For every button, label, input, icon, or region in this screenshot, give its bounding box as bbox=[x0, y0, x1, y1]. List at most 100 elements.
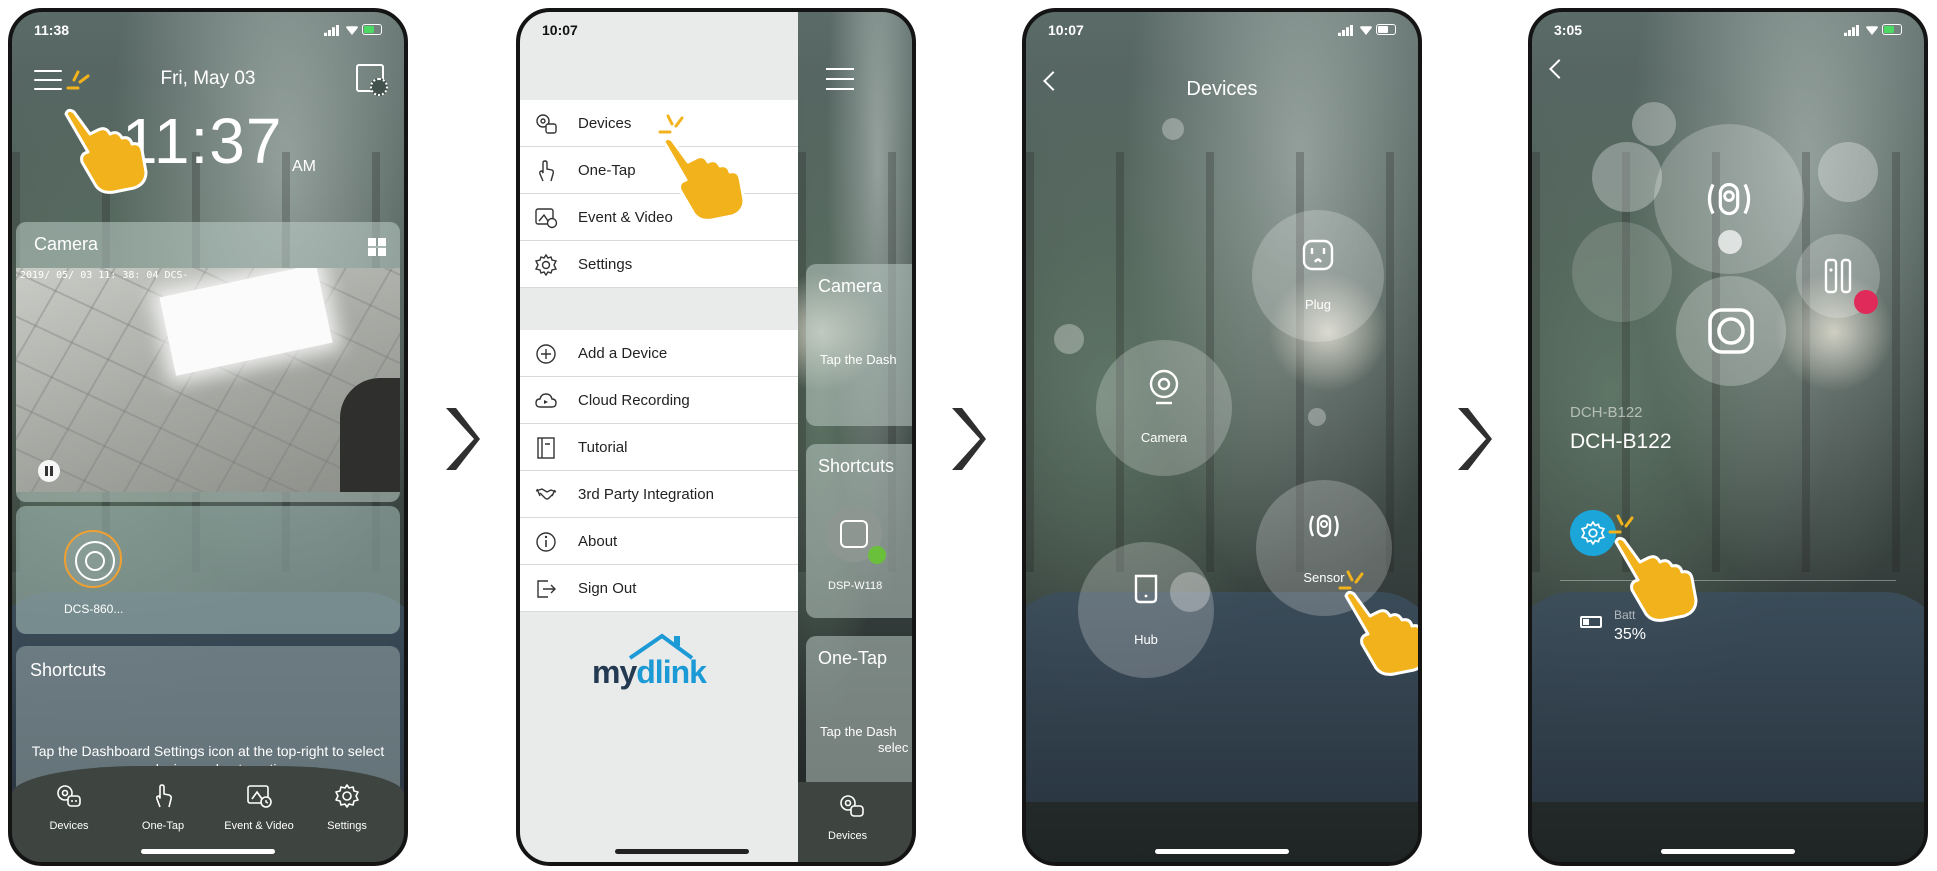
camera-card-title: Camera bbox=[34, 234, 99, 254]
phone-side-menu: Camera Tap the Dash Shortcuts DSP-W118 O… bbox=[516, 8, 916, 866]
tab-settings[interactable]: Settings bbox=[302, 782, 392, 832]
camera-card[interactable]: Camera 2019/ 05/ 03 11: 38: 04 DCS- bbox=[16, 222, 400, 502]
camera-square-icon bbox=[1701, 301, 1761, 361]
phone-devices: 10:07 Devices Plug Camera Sensor Hub bbox=[1022, 8, 1422, 866]
book-icon bbox=[534, 436, 558, 460]
status-icons bbox=[1338, 24, 1396, 36]
shortcuts-title: Shortcuts bbox=[30, 660, 107, 680]
sensor-icon bbox=[1304, 506, 1344, 546]
tab-event-video[interactable]: Event & Video bbox=[214, 782, 304, 832]
phone-dashboard: 11:38 Fri, May 03 11:37 AM Camera 2019/ … bbox=[8, 8, 408, 866]
device-name: DCH-B122 bbox=[1570, 430, 1672, 453]
pointing-hand-icon bbox=[660, 132, 746, 222]
pointing-hand-icon bbox=[1342, 586, 1418, 676]
menu-item-3rd-party[interactable]: 3rd Party Integration bbox=[520, 471, 798, 518]
status-bar: 10:07 bbox=[542, 22, 776, 42]
menu-item-event-video[interactable]: Event & Video bbox=[520, 194, 798, 241]
menu-item-label: About bbox=[578, 533, 618, 550]
logo-text-my: my bbox=[592, 654, 637, 690]
dashboard-settings-icon[interactable] bbox=[356, 64, 388, 96]
tutorial-sequence: 11:38 Fri, May 03 11:37 AM Camera 2019/ … bbox=[0, 0, 1937, 871]
menu-item-settings[interactable]: Settings bbox=[520, 241, 798, 288]
menu-item-tutorial[interactable]: Tutorial bbox=[520, 424, 798, 471]
info-icon bbox=[534, 530, 558, 554]
device-bubble-label: Camera bbox=[1140, 429, 1188, 445]
tab-devices-label: Devices bbox=[828, 830, 868, 842]
home-indicator bbox=[615, 849, 749, 854]
dashboard-behind-menu: Camera Tap the Dash Shortcuts DSP-W118 O… bbox=[762, 12, 912, 862]
menu-icon[interactable] bbox=[826, 68, 854, 98]
menu-item-label: Settings bbox=[578, 256, 633, 273]
menu-item-label: Sign Out bbox=[578, 580, 637, 597]
camera-card-title: Camera bbox=[818, 276, 883, 296]
tab-bar-behind: Devices bbox=[798, 782, 912, 862]
pointing-hand-icon bbox=[62, 104, 148, 194]
tab-settings-label: Settings bbox=[327, 820, 367, 832]
cloud-icon bbox=[534, 389, 558, 413]
device-card[interactable]: DCS-860... bbox=[16, 506, 400, 634]
devices-icon bbox=[838, 792, 866, 820]
status-time: 10:07 bbox=[1048, 22, 1084, 38]
plug-icon bbox=[1298, 235, 1338, 275]
devices-icon bbox=[55, 782, 83, 810]
shortcuts-card-behind: Shortcuts DSP-W118 bbox=[806, 444, 912, 618]
next-step-arrow-icon bbox=[1452, 404, 1492, 474]
menu-item-cloud-recording[interactable]: Cloud Recording bbox=[520, 377, 798, 424]
battery-value: 35% bbox=[1614, 626, 1647, 643]
status-time: 10:07 bbox=[542, 22, 578, 38]
status-bar: 3:05 bbox=[1554, 22, 1902, 42]
sensor-bubble[interactable] bbox=[1654, 124, 1804, 274]
menu-item-label: Cloud Recording bbox=[578, 392, 690, 409]
divider bbox=[1560, 580, 1896, 581]
camera-bubble[interactable] bbox=[1676, 276, 1786, 386]
one-tap-card-behind: One-Tap Tap the Dash selec bbox=[806, 636, 912, 796]
device-bubble-hub[interactable]: Hub bbox=[1078, 542, 1214, 678]
event-video-icon bbox=[245, 782, 273, 810]
tab-bar: Devices One-Tap Event & Video Settings bbox=[12, 766, 404, 862]
tab-event-video-label: Event & Video bbox=[224, 820, 294, 832]
tab-devices[interactable]: Devices bbox=[24, 782, 114, 832]
one-tap-icon bbox=[534, 159, 558, 183]
device-bubble-plug[interactable]: Plug bbox=[1252, 210, 1384, 342]
menu-item-label: Event & Video bbox=[578, 209, 673, 226]
tap-spark-icon bbox=[58, 68, 92, 92]
one-tap-text-2: selec bbox=[878, 740, 909, 755]
shortcuts-title: Shortcuts bbox=[818, 456, 895, 476]
alert-badge-icon bbox=[1854, 290, 1878, 314]
menu-item-one-tap[interactable]: One-Tap bbox=[520, 147, 798, 194]
phone-sensor-detail: 3:05 DCH-B122 DCH-B122 Batt 35% bbox=[1528, 8, 1928, 866]
camera-timestamp: 2019/ 05/ 03 11: 38: 04 DCS- bbox=[20, 270, 189, 281]
menu-item-about[interactable]: About bbox=[520, 518, 798, 565]
grid-view-icon[interactable] bbox=[368, 238, 386, 256]
camera-device-icon[interactable] bbox=[64, 530, 122, 588]
sensor-icon bbox=[1700, 170, 1758, 228]
one-tap-title: One-Tap bbox=[818, 648, 888, 668]
plug-device-icon bbox=[826, 506, 886, 564]
plug-device-label: DSP-W118 bbox=[828, 580, 883, 592]
logo-text-dlink: dlink bbox=[636, 654, 707, 690]
home-indicator bbox=[141, 849, 275, 854]
status-bar: 10:07 bbox=[1048, 22, 1396, 42]
clock-ampm: AM bbox=[292, 158, 316, 175]
door-sensor-icon bbox=[1818, 256, 1858, 296]
side-menu-drawer: 10:07 Devices One-Tap Event & Video Sett… bbox=[520, 12, 798, 862]
tab-one-tap[interactable]: One-Tap bbox=[118, 782, 208, 832]
add-circle-icon bbox=[534, 342, 558, 366]
camera-card-text: Tap the Dash bbox=[820, 352, 897, 367]
camera-icon bbox=[1144, 366, 1184, 406]
device-bubble-label: Plug bbox=[1304, 297, 1332, 313]
menu-item-add-device[interactable]: Add a Device bbox=[520, 330, 798, 377]
mydlink-logo: mydlink bbox=[592, 632, 722, 692]
device-bubble-camera[interactable]: Camera bbox=[1096, 340, 1232, 476]
settings-gear-icon bbox=[333, 782, 361, 810]
settings-gear-icon bbox=[534, 253, 558, 277]
menu-item-sign-out[interactable]: Sign Out bbox=[520, 565, 798, 612]
camera-feed[interactable]: 2019/ 05/ 03 11: 38: 04 DCS- bbox=[16, 268, 400, 492]
sign-out-icon bbox=[534, 577, 558, 601]
settings-gear-icon bbox=[1580, 520, 1606, 546]
pointing-hand-icon bbox=[1612, 532, 1698, 622]
one-tap-icon bbox=[149, 782, 177, 810]
menu-item-label: One-Tap bbox=[578, 162, 636, 179]
next-step-arrow-icon bbox=[946, 404, 986, 474]
pause-icon[interactable] bbox=[38, 460, 60, 482]
